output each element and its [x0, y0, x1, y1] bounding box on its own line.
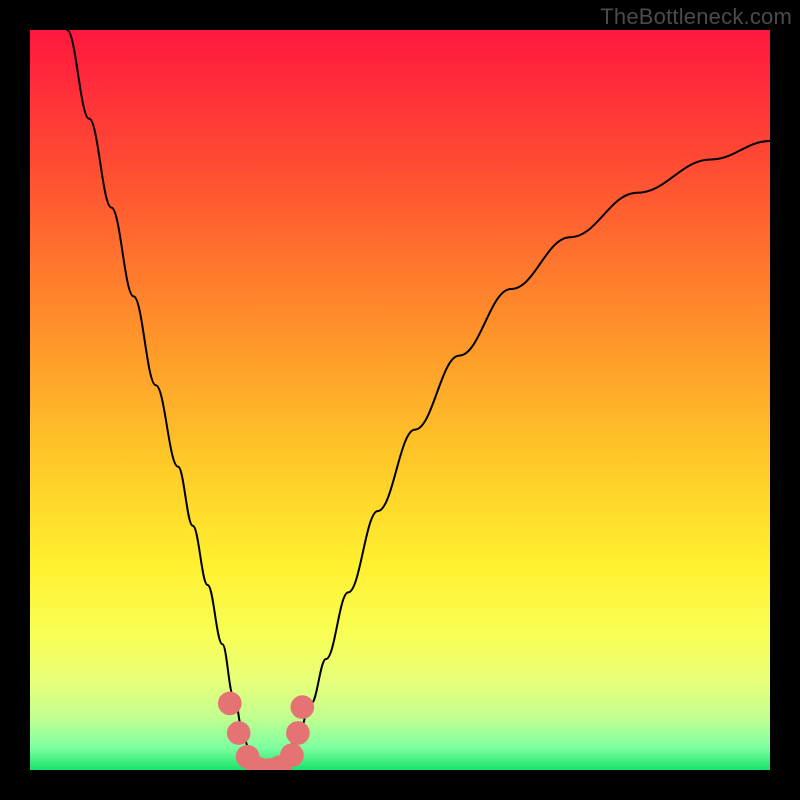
plot-area [30, 30, 770, 770]
marker-right-mid [286, 721, 310, 745]
gradient-background [30, 30, 770, 770]
marker-left-top [218, 692, 242, 716]
marker-right-top [290, 695, 314, 719]
marker-left-mid [227, 721, 251, 745]
marker-right-low [280, 743, 304, 767]
outer-frame: TheBottleneck.com [0, 0, 800, 800]
watermark-text: TheBottleneck.com [600, 4, 792, 30]
chart-svg [30, 30, 770, 770]
